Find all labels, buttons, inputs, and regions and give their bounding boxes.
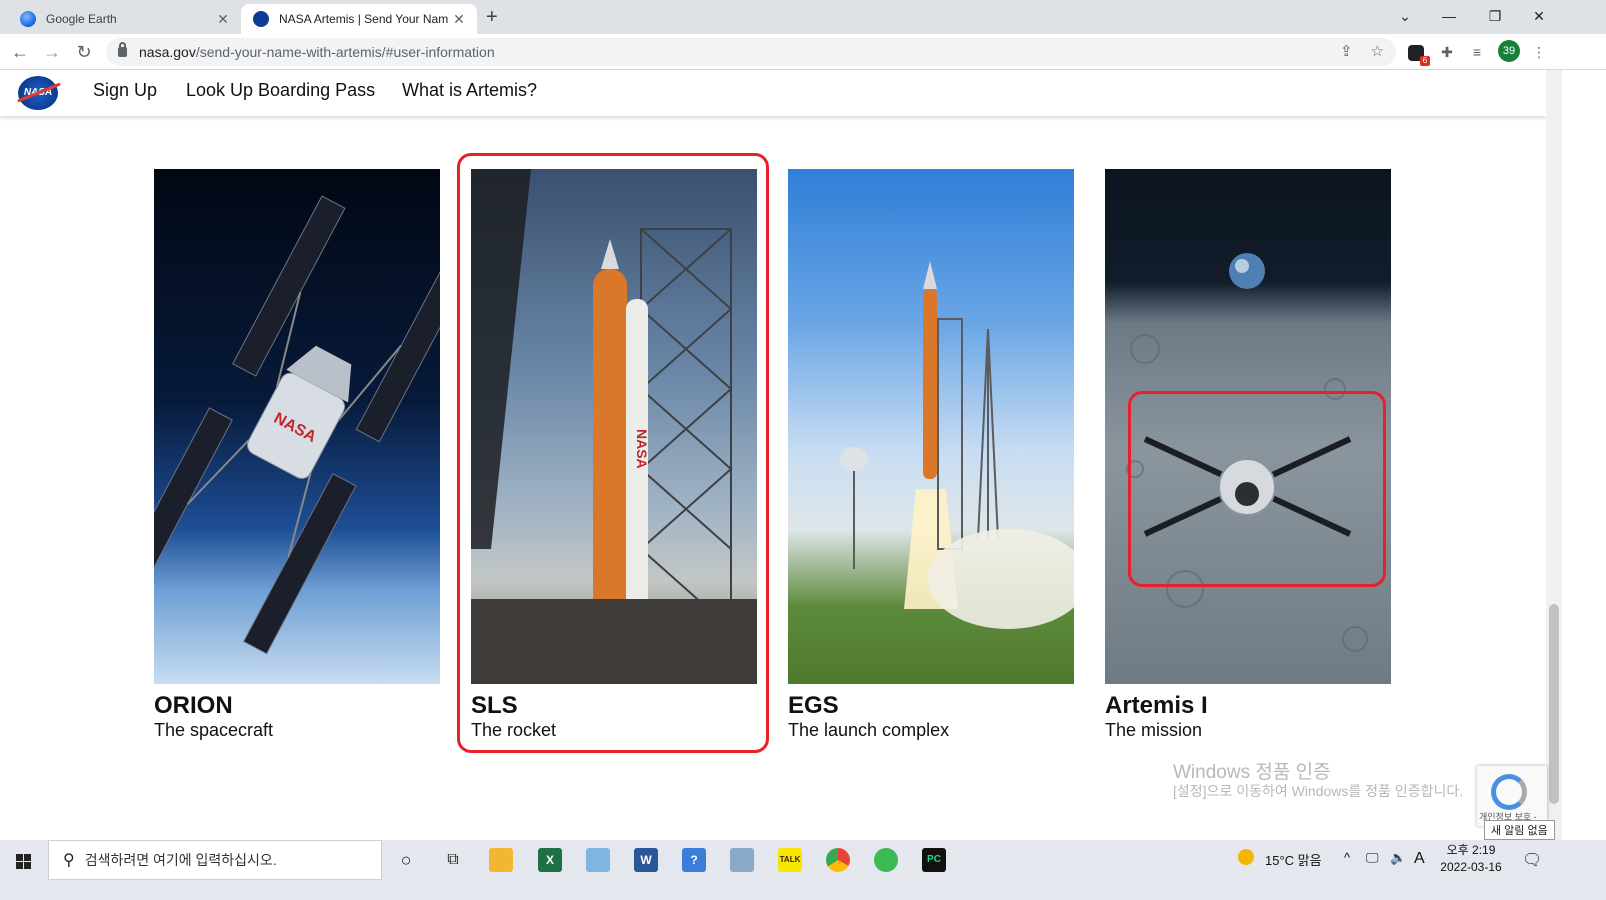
notification-center-icon[interactable]: 🗨 [1522,850,1542,870]
card-egs[interactable]: EGS The launch complex [788,169,1074,740]
nav-sign-up[interactable]: Sign Up [93,80,157,101]
nav-look-up-boarding-pass[interactable]: Look Up Boarding Pass [186,80,375,101]
close-icon[interactable]: ✕ [215,11,231,28]
menu-icon[interactable]: ⋮ [1528,41,1550,63]
scrollbar-thumb[interactable] [1549,604,1559,804]
forward-icon[interactable]: → [40,40,64,64]
clock-date: 2022-03-16 [1440,860,1502,874]
site-header: NASA Sign Up Look Up Boarding Pass What … [0,70,1546,116]
minimize-icon[interactable]: — [1426,4,1472,28]
chrome-icon[interactable] [826,848,850,872]
card-subtitle: The spacecraft [154,720,274,740]
card-subtitle: The mission [1105,720,1203,740]
tab-title: Google Earth [46,12,117,26]
google-earth-icon [20,11,36,27]
annotation-highlight-sls [457,153,769,753]
tab-google-earth[interactable]: Google Earth ✕ [8,4,241,34]
tab-search-icon[interactable]: ⌄ [1382,4,1428,28]
excel-icon[interactable]: X [538,848,562,872]
taskbar-search-box[interactable]: ⚲ 검색하려면 여기에 입력하십시오. [48,840,382,880]
paint-icon[interactable] [730,848,754,872]
browser-toolbar: ← → ↻ nasa.gov/send-your-name-with-artem… [0,34,1606,70]
launch-complex-image [788,169,1074,684]
extension-icon[interactable]: 6 [1408,45,1430,66]
card-title: EGS [788,692,839,719]
cortana-icon[interactable]: ○ [394,848,418,872]
hwp-icon[interactable]: ? [682,848,706,872]
close-icon[interactable]: ✕ [451,11,467,28]
recaptcha-badge[interactable]: 개인정보 보호 - [1477,766,1547,826]
notification-tooltip: 새 알림 없음 [1484,820,1555,840]
app-icon[interactable] [586,848,610,872]
windows-activation-text: [설정]으로 이동하여 Windows를 정품 인증합니다. [1173,783,1464,799]
extensions-puzzle-icon[interactable]: ✚ [1436,41,1458,63]
volume-icon[interactable]: 🔈 [1390,850,1406,866]
nasa-logo[interactable]: NASA [18,76,58,110]
address-url: nasa.gov/send-your-name-with-artemis/#us… [139,44,495,60]
nav-what-is-artemis[interactable]: What is Artemis? [402,80,537,101]
word-icon[interactable]: W [634,848,658,872]
search-placeholder: 검색하려면 여기에 입력하십시오. [84,852,277,868]
windows-activation-title: Windows 정품 인증 [1173,762,1331,783]
weather-sun-icon[interactable] [1238,849,1254,865]
card-subtitle: The launch complex [788,720,950,740]
chevron-up-icon[interactable]: ^ [1344,850,1350,865]
restore-icon[interactable]: ❐ [1472,4,1518,28]
page-scrollbar[interactable] [1546,70,1562,840]
new-tab-button[interactable]: + [486,6,498,29]
windows-start-icon[interactable] [10,852,38,870]
profile-avatar[interactable]: 39 [1498,40,1520,62]
network-icon[interactable]: 🖵 [1366,850,1379,866]
app-green-icon[interactable] [874,848,898,872]
weather-text[interactable]: 15°C 맑음 [1265,850,1322,869]
reload-icon[interactable]: ↻ [72,40,96,64]
taskbar-clock[interactable]: 오후 2:19 2022-03-16 [1436,842,1506,876]
bookmark-star-icon[interactable]: ☆ [1371,42,1384,60]
task-view-icon[interactable]: ⧉ [441,848,465,872]
back-icon[interactable]: ← [8,40,32,64]
window-close-icon[interactable]: ✕ [1516,4,1562,28]
recaptcha-icon [1491,774,1527,810]
browser-tab-strip: Google Earth ✕ NASA Artemis | Send Your … [0,0,1606,34]
pycharm-icon[interactable]: PC [922,848,946,872]
reading-list-icon[interactable]: ≡ [1466,41,1488,63]
card-title: ORION [154,692,233,719]
card-orion[interactable]: NASA ORION The spacecraft [154,169,440,740]
tab-title: NASA Artemis | Send Your Nam [279,12,449,26]
clock-time: 오후 2:19 [1446,843,1496,857]
search-icon: ⚲ [63,852,75,869]
annotation-highlight-spacecraft [1128,391,1386,587]
address-bar[interactable]: nasa.gov/send-your-name-with-artemis/#us… [106,38,1396,66]
card-title: Artemis I [1105,692,1208,719]
tab-nasa-artemis[interactable]: NASA Artemis | Send Your Nam ✕ [241,4,477,34]
windows-taskbar: ⚲ 검색하려면 여기에 입력하십시오. ○ ⧉ X W ? TALK PC 15… [0,840,1606,900]
kakaotalk-icon[interactable]: TALK [778,848,802,872]
lock-icon [118,42,127,57]
nasa-icon [253,11,269,27]
ime-indicator[interactable]: A [1414,850,1425,868]
share-icon[interactable]: ⇪ [1340,42,1353,60]
orion-spacecraft-image: NASA [154,169,440,684]
extension-badge: 6 [1420,56,1430,66]
file-explorer-icon[interactable] [489,848,513,872]
